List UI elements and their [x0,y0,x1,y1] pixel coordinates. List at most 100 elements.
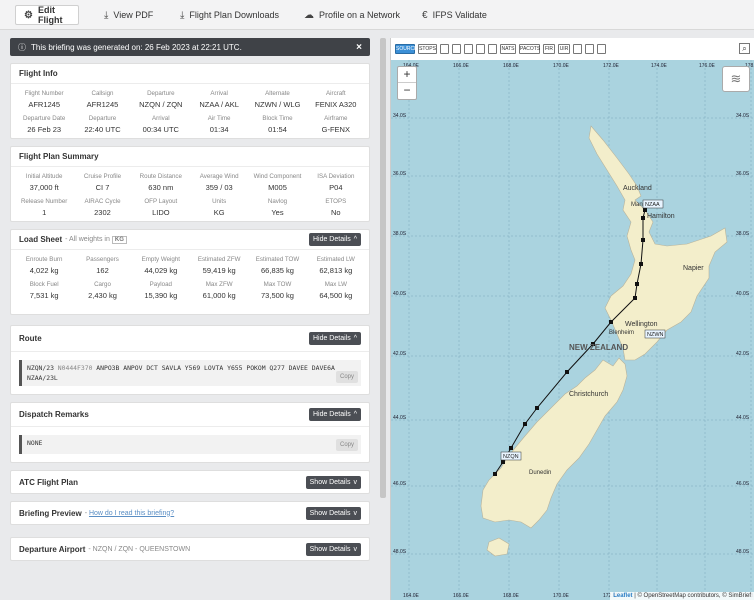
info-value: 1 [42,208,47,217]
info-value: 37,000 ft [29,183,59,192]
map-tool-button[interactable] [585,44,594,54]
info-cell: Passengers 162 [73,256,131,275]
panel-scrollbar[interactable] [380,38,386,498]
zoom-out-button[interactable]: − [398,83,416,99]
airport-label-nzaa[interactable]: NZAA [645,202,660,208]
show-details-button[interactable]: Show Details v [305,542,361,556]
info-label: Block Time [262,115,293,122]
map-tool-button[interactable] [597,44,606,54]
info-value: 26 Feb 23 [27,125,62,134]
waypoint-marker[interactable] [509,446,513,450]
info-label: Route Distance [139,173,182,180]
hide-details-button[interactable]: Hide Details ^ [308,233,361,246]
waypoint-marker[interactable] [641,216,645,220]
tab-edit-flight[interactable]: ⚙ Edit Flight [15,5,79,25]
info-cell: Cargo 2,430 kg [73,281,131,300]
latitude-label: 36.0S [736,171,750,177]
city-auckland: Auckland [623,185,652,192]
waypoint-marker[interactable] [535,406,539,410]
waypoint-marker[interactable] [493,472,497,476]
show-details-button[interactable]: Show Details v [305,506,361,520]
info-label: ETOPS [325,198,347,205]
map-tool-button[interactable]: SOURCE [395,44,417,54]
city-christchurch: Christchurch [569,391,608,398]
info-cell: OFP Layout LIDO [132,198,190,217]
download-icon: ⤓ [180,9,185,21]
tab-ifps-validate[interactable]: € IFPS Validate [414,5,495,25]
info-label: Alternate [265,90,290,97]
zoom-in-button[interactable]: + [398,67,416,83]
info-label: Empty Weight [141,256,181,263]
tab-view-pdf[interactable]: ⤓ View PDF [96,5,161,25]
info-cell: Block Time 01:54 [248,115,306,134]
route-string: NZQN/23 N0444F370 ANPO3B ANPOV DCT SAVLA… [19,360,361,386]
info-cell: Route Distance 630 nm [132,173,190,192]
waypoint-marker[interactable] [633,296,637,300]
hide-details-button[interactable]: Hide Details ^ [308,332,361,345]
latitude-label: 44.0S [736,415,750,421]
waypoint-marker[interactable] [609,320,613,324]
info-cell: Departure Date 26 Feb 23 [15,115,73,134]
info-label: Flight Number [24,90,64,97]
waypoint-marker[interactable] [501,460,505,464]
hide-details-button[interactable]: Hide Details ^ [308,408,361,421]
map-attribution: Leaflet | © OpenStreetMap contributors, … [610,592,754,600]
info-label: Arrival [152,115,170,122]
card-header: Route Hide Details ^ [11,326,369,352]
copy-button[interactable]: Copy [335,371,358,383]
map-tool-button[interactable]: PACOTS [519,44,540,54]
route-map[interactable]: SOURCESTOPS NATSPACOTSFIRUIR ⌕ 164.0E164.… [390,38,754,600]
map-tool-button[interactable]: UIR [558,44,570,54]
tab-flight-plan-downloads[interactable]: ⤓ Flight Plan Downloads [172,5,287,25]
waypoint-marker[interactable] [635,282,639,286]
info-cell: Release Number 1 [15,198,73,217]
layers-icon[interactable]: ≋ [722,66,750,92]
map-tool-button[interactable]: STOPS [418,44,437,54]
tab-label: Profile on a Network [319,10,401,20]
map-tool-button[interactable] [440,44,449,54]
info-cell: Air Time 01:34 [190,115,248,134]
info-label: Enroute Burn [25,256,63,263]
info-value: 2,430 kg [88,291,117,300]
button-label: Show Details [309,478,351,486]
flight-info-grid: Flight Number AFR1245 Callsign AFR1245 Depar… [11,84,369,138]
info-label: AIRAC Cycle [84,198,121,205]
help-link[interactable]: How do I read this briefing? [89,510,174,517]
info-cell: Arrival NZAA / AKL [190,90,248,109]
waypoint-marker[interactable] [641,238,645,242]
map-tool-button[interactable]: NATS [500,44,516,54]
info-value: NZAA / AKL [199,100,239,109]
map-canvas[interactable]: 164.0E164.0E166.0E166.0E168.0E168.0E170.… [391,60,754,600]
waypoint-marker[interactable] [643,208,647,212]
info-label: Air Time [207,115,231,122]
map-tool-button[interactable] [573,44,582,54]
copy-button[interactable]: Copy [335,439,358,451]
card-title: Route [19,334,42,343]
chevron-down-icon: v [353,545,358,553]
tab-profile-on-network[interactable]: ☁ Profile on a Network [296,5,408,25]
info-cell: Wind Component M005 [248,173,306,192]
briefing-panel: ⓘ This briefing was generated on: 26 Feb… [10,38,370,600]
search-icon[interactable]: ⌕ [739,43,750,54]
card-subtitle: - All weights in [65,236,110,243]
waypoint-marker[interactable] [523,422,527,426]
info-label: Departure Date [23,115,66,122]
leaflet-link[interactable]: Leaflet [613,593,632,599]
dispatch-text: NONE [27,439,43,447]
waypoint-marker[interactable] [565,370,569,374]
zoom-control: + − [397,66,417,100]
airport-label-nzwn[interactable]: NZWN [647,332,664,338]
map-tool-button[interactable] [476,44,485,54]
info-cell: Estimated TOW 66,835 kg [248,256,306,275]
map-tool-button[interactable] [452,44,461,54]
show-details-button[interactable]: Show Details v [305,475,361,489]
map-tool-button[interactable]: FIR [543,44,555,54]
info-cell: Departure NZQN / ZQN [132,90,190,109]
attribution-text: | © OpenStreetMap contributors, © SimBri… [634,593,751,599]
airport-label-nzqn[interactable]: NZQN [503,454,519,460]
close-icon[interactable]: × [356,42,362,53]
map-tool-button[interactable] [464,44,473,54]
waypoint-marker[interactable] [639,262,643,266]
map-tool-button[interactable] [488,44,497,54]
